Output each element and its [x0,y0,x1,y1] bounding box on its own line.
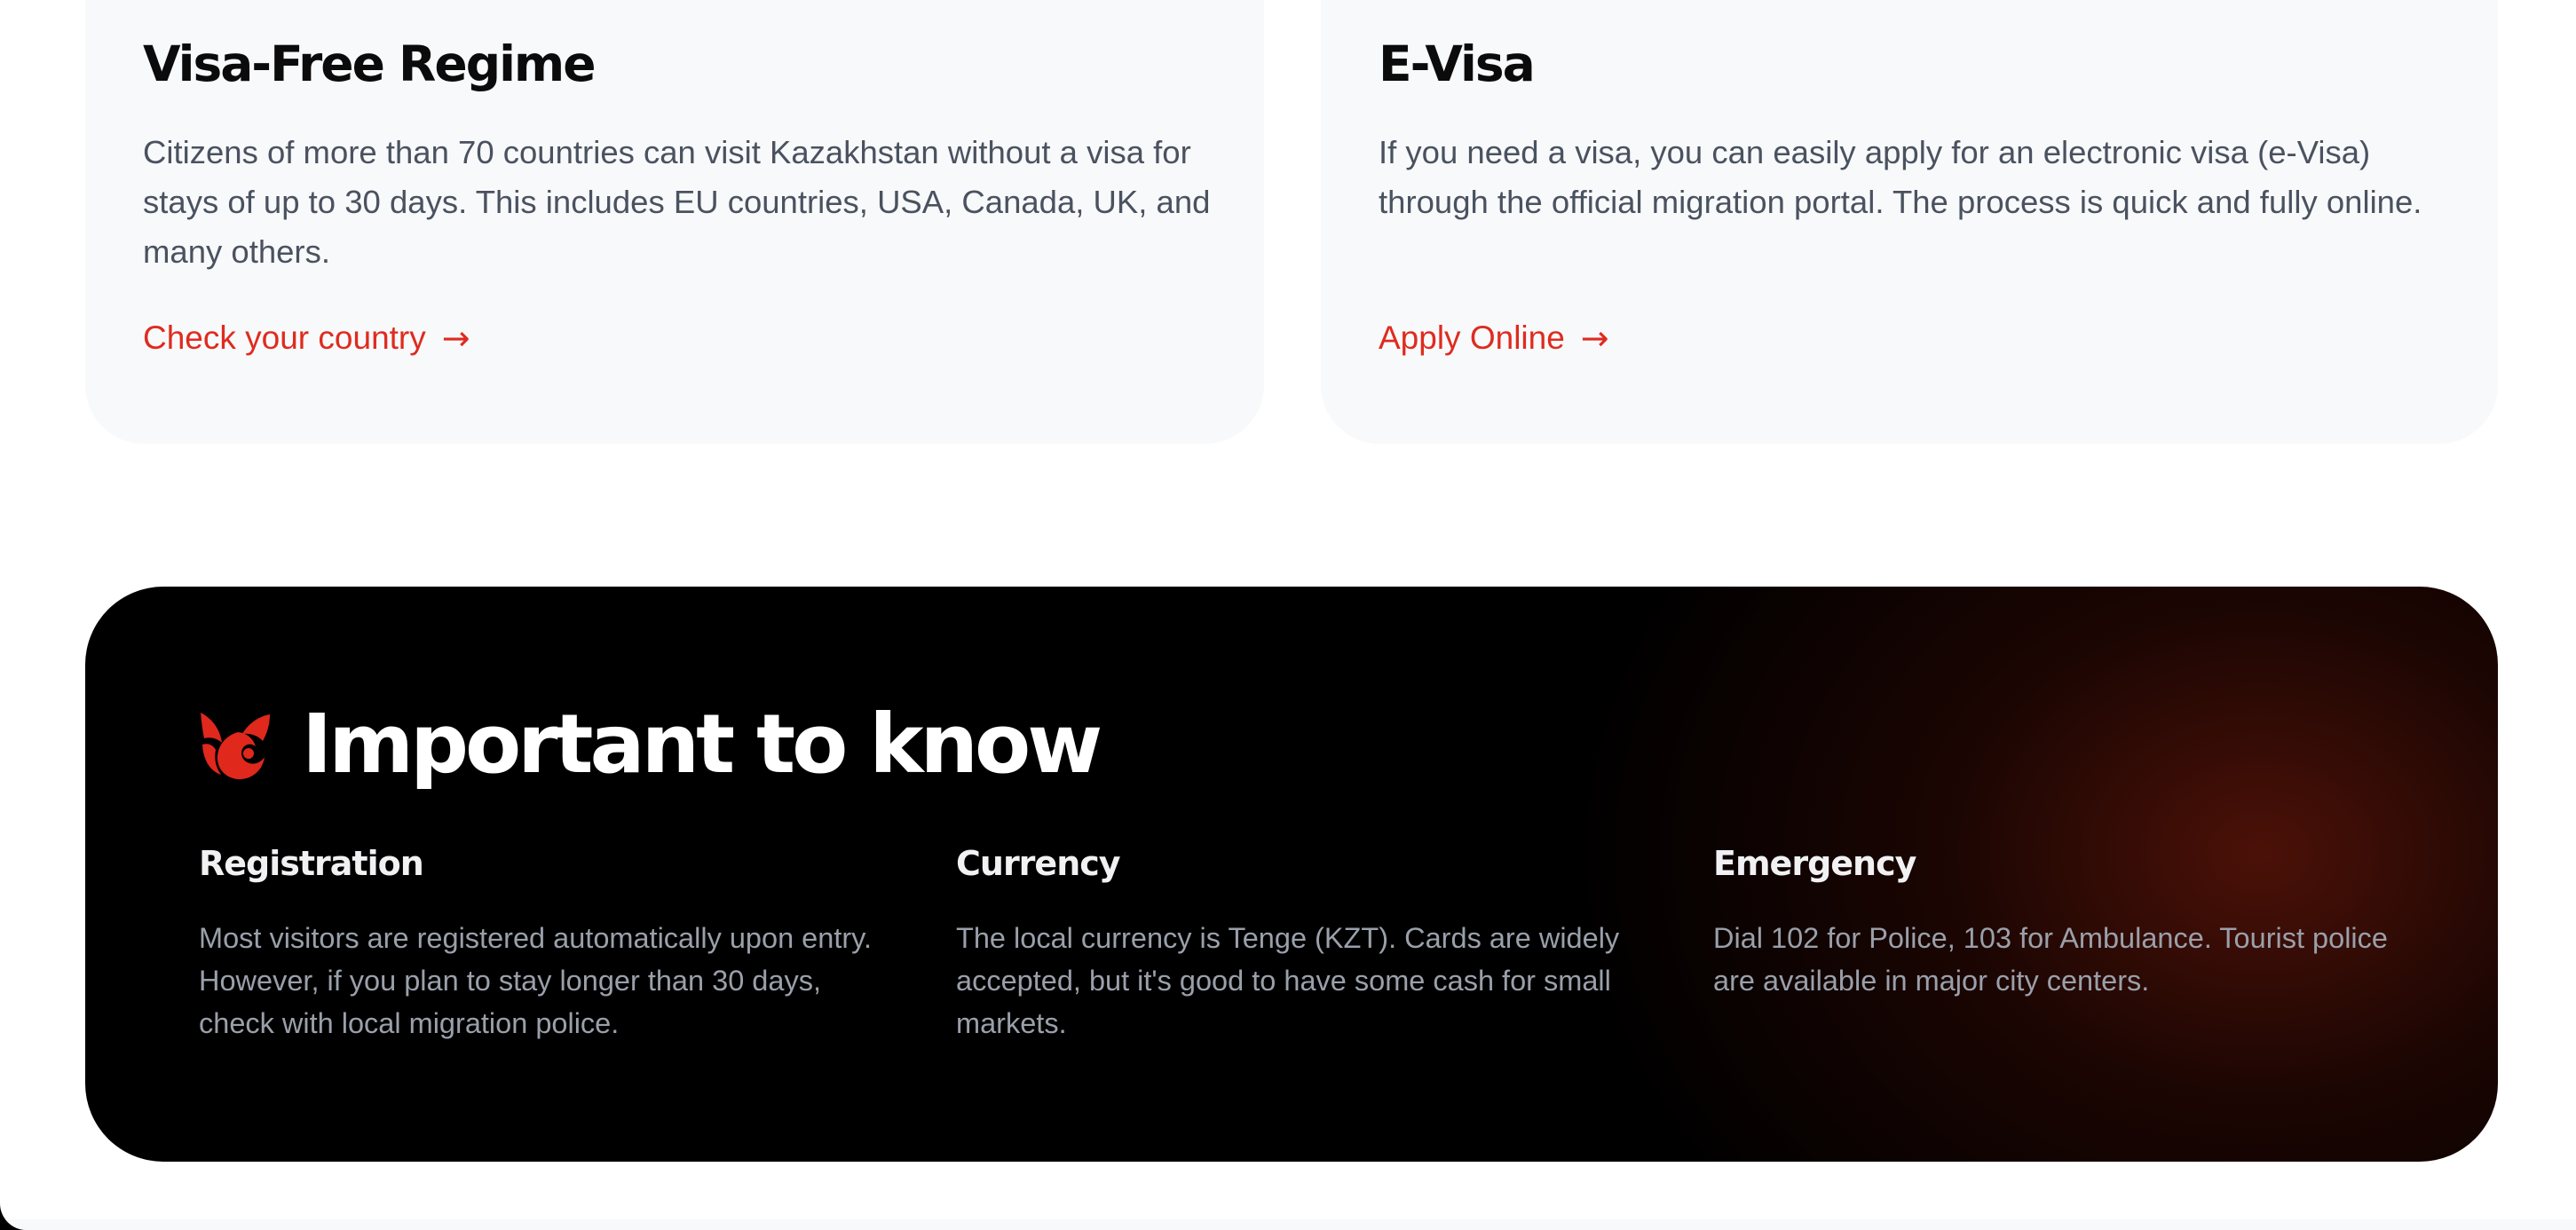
apply-online-link[interactable]: Apply Online → [1379,319,1609,357]
important-to-know-title: Important to know [302,697,1102,792]
currency-info: Currency The local currency is Tenge (KZ… [956,844,1657,1045]
e-visa-description: If you need a visa, you can easily apply… [1379,134,2422,220]
registration-text: Most visitors are registered automatical… [199,922,873,1039]
page: Visa-Free Regime Citizens of more than 7… [0,0,2576,1230]
arrow-right-icon: → [441,319,470,358]
e-visa-title: E-Visa [1379,35,1536,92]
emergency-info: Emergency Dial 102 for Police, 103 for A… [1713,844,2414,1002]
currency-heading: Currency [956,844,1121,883]
check-your-country-link[interactable]: Check your country → [143,319,470,357]
arrow-right-icon: → [1580,319,1609,358]
apply-online-label: Apply Online [1379,319,1565,356]
registration-heading: Registration [199,844,424,883]
red-flame-logo-icon [201,712,270,779]
currency-text: The local currency is Tenge (KZT). Cards… [956,922,1620,1039]
visa-free-description: Citizens of more than 70 countries can v… [143,134,1211,270]
visa-free-card: Visa-Free Regime Citizens of more than 7… [85,0,1264,444]
registration-info: Registration Most visitors are registere… [199,844,900,1045]
important-to-know-panel: Important to know Registration Most visi… [85,587,2498,1162]
visa-free-title: Visa-Free Regime [143,35,597,92]
e-visa-card: E-Visa If you need a visa, you can easil… [1321,0,2498,444]
emergency-heading: Emergency [1713,844,1916,883]
next-section-edge [0,1219,2576,1230]
emergency-text: Dial 102 for Police, 103 for Ambulance. … [1713,922,2388,997]
check-your-country-label: Check your country [143,319,426,356]
panel-heading: Important to know [199,697,1102,792]
